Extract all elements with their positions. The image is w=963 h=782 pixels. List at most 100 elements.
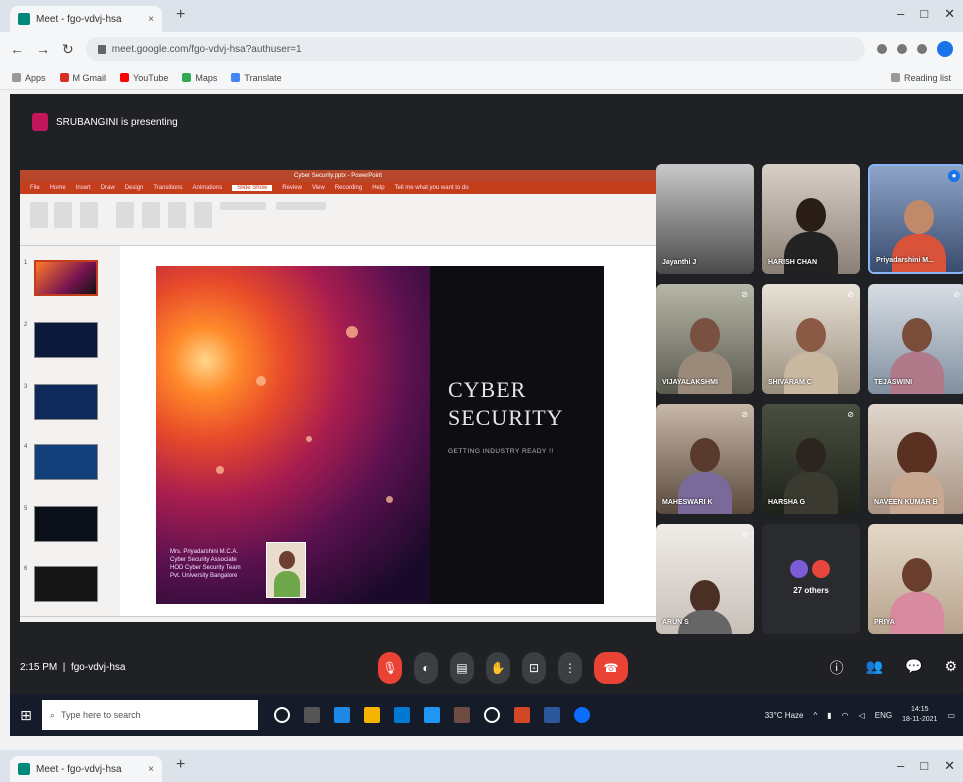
star-icon[interactable] bbox=[897, 44, 907, 54]
bookmark-apps[interactable]: Apps bbox=[12, 73, 46, 83]
powerpoint-icon[interactable] bbox=[514, 707, 530, 723]
participant-tile[interactable]: ⊘ ARUN S bbox=[656, 524, 754, 634]
ppt-tell-me[interactable]: Tell me what you want to do bbox=[395, 185, 469, 191]
present-now-button[interactable]: ⊡ bbox=[522, 652, 546, 684]
slide-thumbnail[interactable] bbox=[34, 322, 98, 358]
show-media-controls-checkbox[interactable] bbox=[276, 202, 326, 210]
from-current-icon[interactable] bbox=[54, 202, 72, 228]
mic-toggle-button[interactable]: 🎙 bbox=[378, 652, 402, 684]
participant-tile[interactable]: ⊘ TEJASWINI bbox=[868, 284, 963, 394]
tray-chevron-icon[interactable]: ^ bbox=[813, 711, 817, 720]
bookmark-youtube[interactable]: YouTube bbox=[120, 73, 168, 83]
participant-tile[interactable]: ⊘ MAHESWARI K bbox=[656, 404, 754, 514]
activities-button[interactable]: ⚙ bbox=[944, 658, 957, 678]
url-input[interactable]: meet.google.com/fgo-vdvj-hsa?authuser=1 bbox=[85, 37, 865, 61]
meeting-details-button[interactable]: ⓘ bbox=[830, 658, 844, 678]
slide-thumbnail[interactable] bbox=[34, 506, 98, 542]
mail-icon[interactable] bbox=[424, 707, 440, 723]
ppt-tab-home[interactable]: Home bbox=[50, 185, 66, 191]
participant-tile[interactable]: ⊘ SHIVARAM C bbox=[762, 284, 860, 394]
slide-thumbnail[interactable] bbox=[34, 444, 98, 480]
bokeh-light bbox=[256, 376, 266, 386]
tray-clock[interactable]: 14:15 18-11-2021 bbox=[902, 705, 937, 725]
setup-show-icon[interactable] bbox=[142, 202, 160, 228]
bookmark-translate[interactable]: Translate bbox=[231, 73, 282, 83]
bookmark-gmail[interactable]: M Gmail bbox=[59, 73, 106, 83]
hide-slide-icon[interactable] bbox=[168, 202, 186, 228]
ppt-tab-transitions[interactable]: Transitions bbox=[153, 185, 182, 191]
tray-date: 18-11-2021 bbox=[902, 716, 938, 723]
reading-list[interactable]: Reading list bbox=[890, 73, 951, 83]
word-icon[interactable] bbox=[544, 707, 560, 723]
bookmark-maps[interactable]: Maps bbox=[182, 73, 217, 83]
participant-tile[interactable]: NAVEEN KUMAR B bbox=[868, 404, 963, 514]
edge-icon[interactable] bbox=[334, 707, 350, 723]
ppt-tab-draw[interactable]: Draw bbox=[101, 185, 115, 191]
language-indicator[interactable]: ENG bbox=[875, 711, 892, 720]
from-beginning-icon[interactable] bbox=[30, 202, 48, 228]
participant-tile[interactable]: ⊘ VIJAYALAKSHMI bbox=[656, 284, 754, 394]
forward-button[interactable]: → bbox=[36, 41, 50, 57]
reload-button[interactable]: ↻ bbox=[62, 41, 74, 58]
ppt-tab-animations[interactable]: Animations bbox=[193, 185, 223, 191]
lock-icon bbox=[97, 44, 106, 54]
slide-thumbnail[interactable] bbox=[34, 260, 98, 296]
back-button[interactable]: ← bbox=[10, 41, 24, 57]
participant-tile[interactable]: HARISH CHAN bbox=[762, 164, 860, 274]
ppt-tab-recording[interactable]: Recording bbox=[335, 185, 362, 191]
dropbox-icon[interactable] bbox=[454, 707, 470, 723]
close-window-button[interactable]: ✕ bbox=[944, 758, 955, 774]
file-explorer-icon[interactable] bbox=[364, 707, 380, 723]
extension-icon[interactable] bbox=[917, 44, 927, 54]
taskbar-search[interactable]: ⌕ Type here to search bbox=[42, 700, 258, 730]
maximize-button[interactable]: □ bbox=[920, 6, 928, 22]
play-narrations-checkbox[interactable] bbox=[220, 202, 266, 210]
ppt-tab-file[interactable]: File bbox=[30, 185, 40, 191]
chrome-icon[interactable] bbox=[484, 707, 500, 723]
captions-button[interactable]: ▤ bbox=[450, 652, 474, 684]
rehearse-icon[interactable] bbox=[194, 202, 212, 228]
others-tile[interactable]: 27 others bbox=[762, 524, 860, 634]
profile-avatar[interactable] bbox=[937, 41, 953, 57]
start-button[interactable]: ⊞ bbox=[10, 707, 42, 724]
raise-hand-button[interactable]: ✋ bbox=[486, 652, 510, 684]
ppt-tab-insert[interactable]: Insert bbox=[76, 185, 91, 191]
camera-indicator-icon[interactable] bbox=[877, 44, 887, 54]
more-options-button[interactable]: ⋮ bbox=[558, 652, 582, 684]
participant-tile-pinned[interactable]: ● Priyadarshini M... bbox=[868, 164, 963, 274]
browser-tab[interactable]: Meet - fgo-vdvj-hsa × bbox=[10, 756, 162, 782]
ppt-tab-design[interactable]: Design bbox=[125, 185, 144, 191]
task-view-icon[interactable] bbox=[304, 707, 320, 723]
ppt-tab-review[interactable]: Review bbox=[282, 185, 302, 191]
weather-text[interactable]: 33°C Haze bbox=[765, 711, 804, 720]
ppt-tab-slideshow[interactable]: Slide Show bbox=[232, 185, 273, 191]
store-icon[interactable] bbox=[394, 707, 410, 723]
slide-thumbnail[interactable] bbox=[34, 566, 98, 602]
pin-icon[interactable]: ● bbox=[948, 170, 960, 182]
browser-tab[interactable]: Meet - fgo-vdvj-hsa × bbox=[10, 6, 162, 32]
slide-thumbnail[interactable] bbox=[34, 384, 98, 420]
maximize-button[interactable]: □ bbox=[920, 758, 928, 774]
new-tab-button[interactable]: + bbox=[176, 756, 185, 774]
people-button[interactable]: 👥 bbox=[866, 658, 883, 678]
ppt-tab-view[interactable]: View bbox=[312, 185, 325, 191]
end-call-button[interactable]: ☎ bbox=[594, 652, 628, 684]
chat-button[interactable]: 💬 bbox=[905, 658, 922, 678]
youtube-icon bbox=[120, 73, 130, 82]
close-window-button[interactable]: ✕ bbox=[944, 6, 955, 22]
minimize-button[interactable]: – bbox=[897, 6, 904, 22]
tab-close-icon[interactable]: × bbox=[148, 764, 154, 775]
present-online-icon[interactable] bbox=[80, 202, 98, 228]
meet-app-icon[interactable] bbox=[574, 707, 590, 723]
notifications-icon[interactable]: ▭ bbox=[947, 711, 955, 720]
camera-toggle-button[interactable]: ◐ bbox=[414, 652, 438, 684]
cortana-icon[interactable] bbox=[274, 707, 290, 723]
participant-tile[interactable]: ⊘ HARSHA G bbox=[762, 404, 860, 514]
custom-show-icon[interactable] bbox=[116, 202, 134, 228]
tab-close-icon[interactable]: × bbox=[148, 14, 154, 25]
participant-tile[interactable]: Jayanthi J bbox=[656, 164, 754, 274]
participant-tile[interactable]: PRIYA bbox=[868, 524, 963, 634]
new-tab-button[interactable]: + bbox=[176, 6, 185, 24]
ppt-tab-help[interactable]: Help bbox=[372, 185, 384, 191]
minimize-button[interactable]: – bbox=[897, 758, 904, 774]
